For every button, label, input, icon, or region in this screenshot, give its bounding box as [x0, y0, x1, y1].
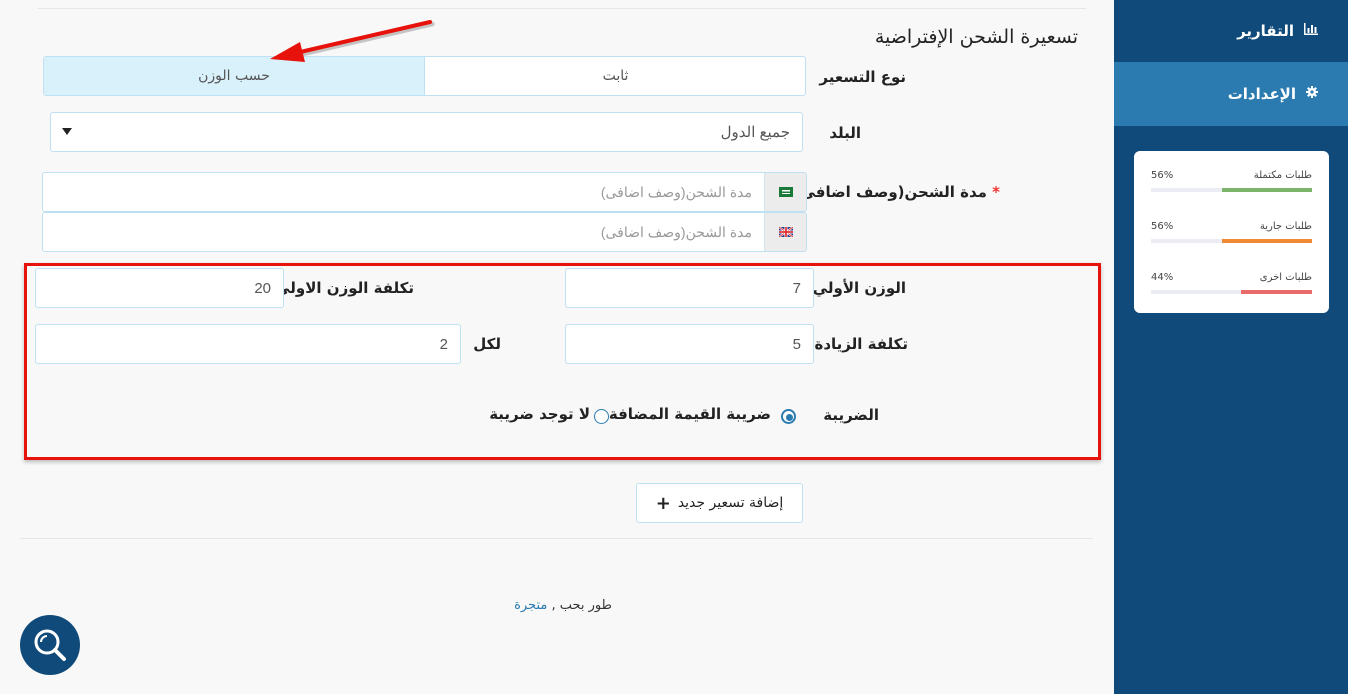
caret-down-icon [62, 128, 72, 135]
duration-field-ar: مدة الشحن(وصف اضافى) [42, 172, 807, 212]
top-divider [38, 8, 1086, 9]
flag-uk-icon [764, 213, 806, 251]
increment-cost-label: تكلفة الزيادة [814, 335, 908, 353]
country-label: البلد [829, 124, 861, 142]
flag-sa-icon [764, 173, 806, 211]
sidebar-item-settings[interactable]: الإعدادات [1114, 62, 1348, 126]
gear-icon [1306, 86, 1318, 102]
stat-progress-track [1151, 188, 1312, 192]
duration-field-en: مدة الشحن(وصف اضافى) [42, 212, 807, 252]
tax-vat-radio[interactable] [781, 409, 796, 424]
tax-label: الضريبة [823, 406, 879, 424]
search-icon [34, 629, 66, 661]
duration-label-text: مدة الشحن(وصف اضافى) [793, 183, 987, 201]
stat-progress-track [1151, 290, 1312, 294]
bottom-divider [20, 538, 1093, 539]
per-label: لكل [473, 335, 501, 353]
stat-percent: 56% [1151, 221, 1174, 232]
tax-vat-label[interactable]: ضريبة القيمة المضافة [609, 405, 771, 423]
tax-none-label[interactable]: لا توجد ضريبة [489, 405, 590, 423]
footer-text: طور بحب , [551, 598, 612, 613]
sidebar: التقارير الإعدادات طلبات مكتملة 56% طلبا… [1114, 0, 1348, 694]
stat-progress-fill [1221, 239, 1312, 243]
footer-credit: طور بحب , متجرة [514, 598, 612, 613]
stat-progress-track [1151, 239, 1312, 243]
plus-icon: + [655, 492, 671, 514]
stat-progress-fill [1241, 290, 1312, 294]
footer-link[interactable]: متجرة [514, 598, 547, 613]
required-mark: * [992, 183, 1000, 201]
sidebar-item-reports[interactable]: التقارير [1114, 0, 1348, 62]
annotation-arrow [270, 20, 435, 62]
country-select-value: جميع الدول [720, 124, 790, 141]
duration-label: * مدة الشحن(وصف اضافى) [794, 183, 1000, 201]
stat-percent: 44% [1151, 272, 1174, 283]
duration-input-en[interactable]: مدة الشحن(وصف اضافى) [43, 213, 764, 251]
first-weight-cost-input[interactable]: 20 [35, 268, 284, 308]
stat-percent: 56% [1151, 170, 1174, 181]
sidebar-item-label: الإعدادات [1227, 85, 1296, 103]
pricing-type-label: نوع التسعير [819, 68, 906, 86]
duration-input-ar[interactable]: مدة الشحن(وصف اضافى) [43, 173, 764, 211]
first-weight-input[interactable]: 7 [565, 268, 814, 308]
stats-card: طلبات مكتملة 56% طلبات جارية 56% طلبات ا… [1134, 151, 1329, 313]
per-weight-input[interactable]: 2 [35, 324, 461, 364]
bar-chart-icon [1304, 23, 1318, 39]
add-pricing-label: إضافة تسعير جديد [677, 495, 784, 511]
country-select[interactable]: جميع الدول [50, 112, 803, 152]
stat-label: طلبات اخرى [1259, 272, 1312, 283]
page-title: تسعيرة الشحن الإفتراضية [874, 26, 1078, 48]
first-weight-cost-label: تكلفة الوزن الاولي [275, 279, 414, 297]
stat-label: طلبات جارية [1259, 221, 1312, 232]
first-weight-label: الوزن الأولي [812, 279, 906, 297]
stat-progress-fill [1221, 188, 1312, 192]
pricing-type-fixed[interactable]: ثابت [425, 57, 806, 95]
floating-search-button[interactable] [20, 615, 80, 675]
sidebar-item-label: التقارير [1237, 22, 1294, 40]
tax-none-radio[interactable] [594, 409, 609, 424]
increment-cost-input[interactable]: 5 [565, 324, 814, 364]
stat-label: طلبات مكتملة [1253, 170, 1312, 181]
add-pricing-button[interactable]: إضافة تسعير جديد + [636, 483, 803, 523]
